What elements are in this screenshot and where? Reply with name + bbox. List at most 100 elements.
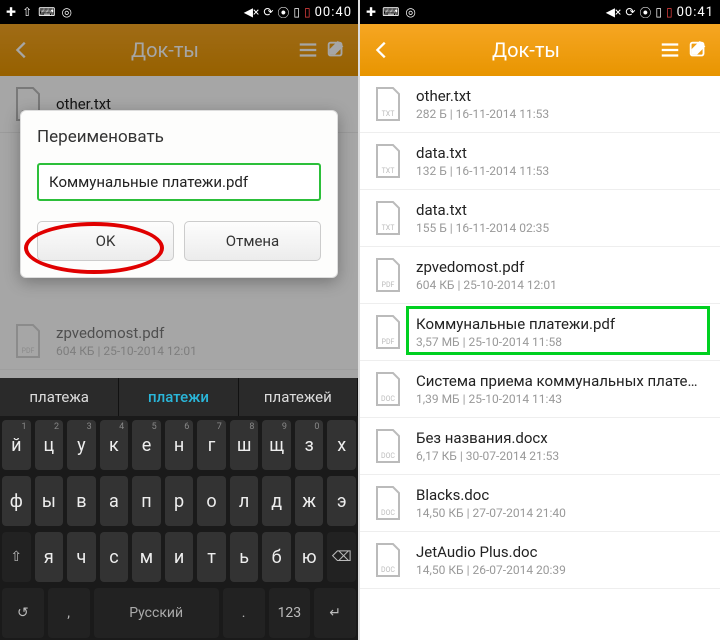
file-row[interactable]: DOCJetAudio Plus.doc14,50 КБ | 26-07-201… <box>360 532 720 589</box>
file-row[interactable]: PDF zpvedomost.pdf 604 КБ | 25-10-2014 12:… <box>360 247 720 304</box>
target-icon: ◎ <box>61 5 71 19</box>
key-м[interactable]: м <box>132 532 161 582</box>
plus-icon: ✚ <box>6 5 16 19</box>
battery-alert-icon: ▯ <box>304 5 311 19</box>
key-г[interactable]: г7 <box>197 420 226 470</box>
key-р[interactable]: р <box>165 476 194 526</box>
key-ч[interactable]: ч <box>67 532 96 582</box>
file-row[interactable]: TXTother.txt282 Б | 16-11-2014 11:53 <box>360 76 720 133</box>
svg-text:PDF: PDF <box>382 281 395 289</box>
file-name: data.txt <box>416 144 708 162</box>
key-ь[interactable]: ь <box>230 532 259 582</box>
right-screenshot: ✚ ⌨ ◎ ◀× ⟳ ⦿ ▯ ▯ 00:41 Док-ты TXTother.t… <box>360 0 720 640</box>
cancel-button[interactable]: Отмена <box>184 221 321 261</box>
compose-icon[interactable] <box>684 36 712 64</box>
file-meta: 14,50 КБ | 27-07-2014 21:40 <box>416 506 708 520</box>
file-row[interactable]: TXTdata.txt132 Б | 16-11-2014 11:53 <box>360 133 720 190</box>
key-ж[interactable]: ж <box>295 476 324 526</box>
txt-file-icon: TXT <box>372 200 404 236</box>
doc-file-icon: DOC <box>372 542 404 578</box>
file-name: Система приема коммунальных платежей <box>416 372 708 390</box>
key-comma[interactable]: , <box>48 588 90 638</box>
key-я[interactable]: я <box>35 532 64 582</box>
doc-file-icon: DOC <box>372 428 404 464</box>
svg-text:TXT: TXT <box>382 110 396 118</box>
sync-icon: ⟳ <box>625 5 635 19</box>
file-row[interactable]: TXTdata.txt155 Б | 16-11-2014 02:35 <box>360 190 720 247</box>
rename-input[interactable] <box>37 163 321 201</box>
key-д[interactable]: д <box>262 476 291 526</box>
key-у[interactable]: у3 <box>67 420 96 470</box>
battery-icon: ▯ <box>293 5 300 19</box>
key-⇧[interactable]: ⇧ <box>2 532 31 582</box>
key-т[interactable]: т <box>197 532 226 582</box>
key-space[interactable]: Русский <box>94 588 219 638</box>
key-numbers[interactable]: 123 <box>269 588 311 638</box>
key-п[interactable]: п <box>132 476 161 526</box>
file-meta: 604 КБ | 25-10-2014 12:01 <box>416 278 708 292</box>
key-й[interactable]: й1 <box>2 420 31 470</box>
file-row[interactable]: DOCBlacks.doc14,50 КБ | 27-07-2014 21:40 <box>360 475 720 532</box>
clock: 00:40 <box>315 5 352 20</box>
svg-text:DOC: DOC <box>381 452 395 460</box>
key-е[interactable]: е5 <box>132 420 161 470</box>
suggestion-bar: платежа платежи платежей <box>0 378 358 416</box>
key-ы[interactable]: ы <box>35 476 64 526</box>
key-л[interactable]: л <box>230 476 259 526</box>
key-swype[interactable]: ↺ <box>2 588 44 638</box>
key-з[interactable]: з0 <box>295 420 324 470</box>
suggestion[interactable]: платежа <box>0 378 119 416</box>
pdf-file-icon: PDF <box>372 314 404 350</box>
file-meta: 132 Б | 16-11-2014 11:53 <box>416 164 708 178</box>
key-ц[interactable]: ц2 <box>35 420 64 470</box>
key-enter[interactable]: ↵ <box>314 588 356 638</box>
doc-file-icon: DOC <box>372 371 404 407</box>
file-meta: 1,39 МБ | 25-10-2014 11:43 <box>416 392 708 406</box>
status-bar: ✚ ⇧ ⌨ ◎ ◀× ⟳ ⦿ ▯ ▯ 00:40 <box>0 0 358 24</box>
back-icon[interactable] <box>368 36 396 64</box>
pdf-file-icon: PDF <box>372 257 404 293</box>
battery-alert-icon: ▯ <box>666 5 673 19</box>
key-щ[interactable]: щ9 <box>262 420 291 470</box>
file-name: zpvedomost.pdf <box>416 258 708 276</box>
key-ш[interactable]: ш8 <box>230 420 259 470</box>
key-э[interactable]: э <box>327 476 356 526</box>
key-с[interactable]: с <box>100 532 129 582</box>
key-к[interactable]: к4 <box>100 420 129 470</box>
key-⌫[interactable]: ⌫ <box>327 532 356 582</box>
file-name: Без названия.docx <box>416 429 708 447</box>
key-а[interactable]: а <box>100 476 129 526</box>
plus-icon: ✚ <box>366 5 376 19</box>
rename-dialog: Переименовать OK Отмена <box>20 110 338 278</box>
file-meta: 6,17 КБ | 30-07-2014 21:53 <box>416 449 708 463</box>
file-row[interactable]: DOC Система приема коммунальных платежей 1… <box>360 361 720 418</box>
mute-icon: ◀× <box>244 5 260 19</box>
key-в[interactable]: в <box>67 476 96 526</box>
file-name: JetAudio Plus.doc <box>416 543 708 561</box>
annotation-green-rect <box>406 306 710 355</box>
file-meta: 282 Б | 16-11-2014 11:53 <box>416 107 708 121</box>
soft-keyboard: платежа платежи платежей й1ц2у3к4е5н6г7ш… <box>0 378 358 640</box>
keyboard-icon: ⌨ <box>382 5 399 19</box>
file-name: Blacks.doc <box>416 486 708 504</box>
key-и[interactable]: и <box>165 532 194 582</box>
page-title: Док-ты <box>396 38 656 62</box>
txt-file-icon: TXT <box>372 86 404 122</box>
ok-button[interactable]: OK <box>37 221 174 261</box>
key-о[interactable]: о <box>197 476 226 526</box>
key-х[interactable]: х <box>327 420 356 470</box>
suggestion[interactable]: платежи <box>119 378 238 416</box>
sync-icon: ⟳ <box>263 5 273 19</box>
key-dot[interactable]: . <box>223 588 265 638</box>
file-row[interactable]: DOC Без названия.docx 6,17 КБ | 30-07-2014… <box>360 418 720 475</box>
key-ф[interactable]: ф <box>2 476 31 526</box>
file-name: data.txt <box>416 201 708 219</box>
key-н[interactable]: н6 <box>165 420 194 470</box>
suggestion[interactable]: платежей <box>239 378 358 416</box>
mute-icon: ◀× <box>606 5 622 19</box>
svg-text:DOC: DOC <box>381 395 395 403</box>
key-б[interactable]: б <box>262 532 291 582</box>
key-ю[interactable]: ю <box>295 532 324 582</box>
status-bar: ✚ ⌨ ◎ ◀× ⟳ ⦿ ▯ ▯ 00:41 <box>360 0 720 24</box>
menu-icon[interactable] <box>656 36 684 64</box>
